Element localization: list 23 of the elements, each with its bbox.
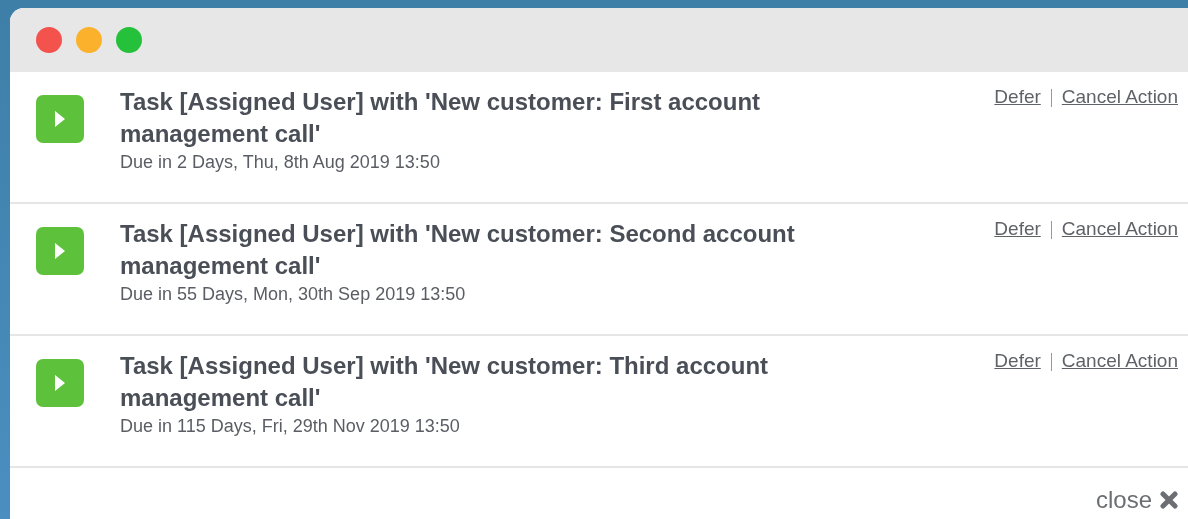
play-icon <box>54 374 66 392</box>
due-date: Due in 2 Days, Thu, 8th Aug 2019 13:50 <box>120 152 441 173</box>
defer-link[interactable]: Defer <box>994 350 1041 372</box>
due-date: Due in 55 Days, Mon, 30th Sep 2019 13:50 <box>120 284 467 305</box>
close-icon <box>1160 491 1178 509</box>
cancel-action-link[interactable]: Cancel Action <box>1061 350 1178 372</box>
play-button[interactable] <box>36 359 84 407</box>
close-link[interactable]: close <box>1095 486 1178 514</box>
cancel-action-link[interactable]: Cancel Action <box>1061 86 1178 108</box>
defer-link[interactable]: Defer <box>994 218 1041 240</box>
cancel-action-link[interactable]: Cancel Action <box>1061 218 1178 240</box>
window-control-button[interactable] <box>76 27 102 53</box>
window-control-button[interactable] <box>36 27 62 53</box>
play-button[interactable] <box>36 95 84 143</box>
due-date: Due in 115 Days, Fri, 29th Nov 2019 13:50 <box>120 416 461 437</box>
window-control-button[interactable] <box>116 27 142 53</box>
task-title: Task [Assigned User] with 'New customer: First account management call' <box>120 87 762 149</box>
defer-link[interactable]: Defer <box>994 86 1041 108</box>
play-icon <box>54 242 66 260</box>
play-icon <box>54 110 66 128</box>
task-title: Task [Assigned User] with 'New customer: Third account management call' <box>120 351 770 413</box>
play-button[interactable] <box>36 227 84 275</box>
task-title: Task [Assigned User] with 'New customer: Second account management call' <box>120 219 796 281</box>
